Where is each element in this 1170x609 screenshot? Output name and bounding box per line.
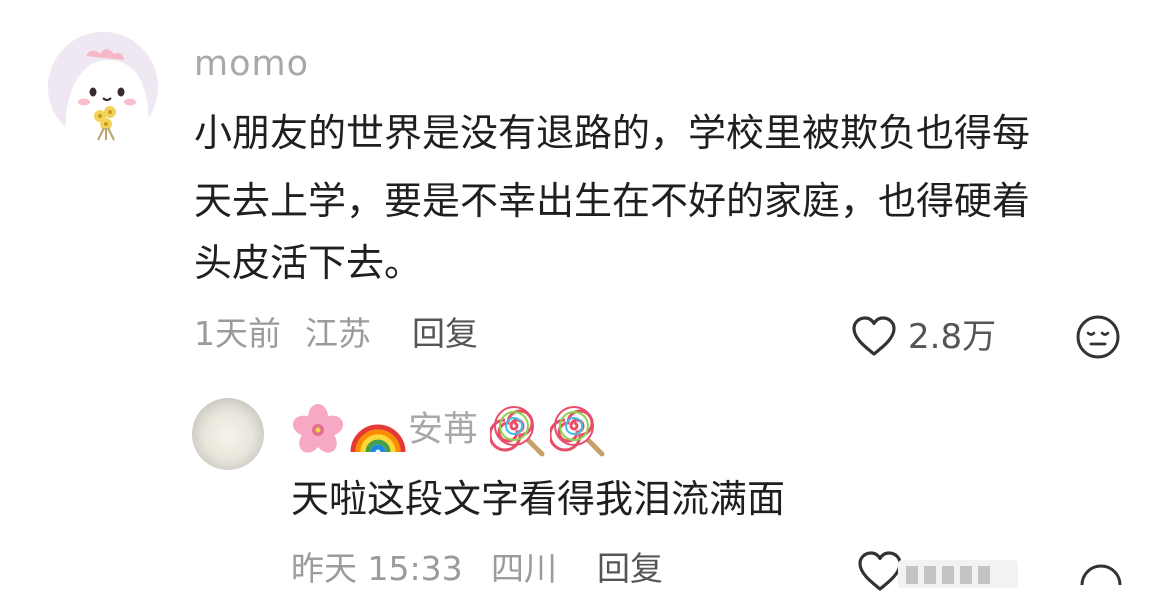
avatar-image xyxy=(48,32,158,142)
comment-username[interactable]: momo xyxy=(194,42,309,86)
lollipop-icon xyxy=(548,402,606,458)
avatar[interactable] xyxy=(48,32,158,142)
reply-location: 四川 xyxy=(491,549,557,588)
heart-outline-icon[interactable] xyxy=(850,315,898,357)
reply-time: 昨天 15:33 xyxy=(291,549,463,588)
rainbow-icon xyxy=(349,402,407,458)
comment-text-line-1: 小朋友的世界是没有退路的，学校里被欺负也得每 xyxy=(194,111,1031,155)
comment-text-line-3: 头皮活下去。 xyxy=(194,241,423,285)
reply-avatar[interactable] xyxy=(192,398,264,470)
comment-reply-button[interactable]: 回复 xyxy=(412,314,478,354)
comment-time: 1天前 xyxy=(194,314,281,353)
lollipop-icon xyxy=(488,402,546,458)
cherry-blossom-icon xyxy=(290,402,346,458)
heart-outline-icon[interactable] xyxy=(856,550,904,592)
comment-location: 江苏 xyxy=(305,314,371,353)
meh-face-icon[interactable] xyxy=(1079,545,1123,586)
comment-text-line-2: 天去上学，要是不幸出生在不好的家庭，也得硬着 xyxy=(194,179,1031,223)
reply-username[interactable]: 安苒 xyxy=(408,408,478,452)
watermark-overlay xyxy=(898,556,1018,590)
reply-reply-button[interactable]: 回复 xyxy=(597,549,663,589)
comment-like-count: 2.8万 xyxy=(908,317,997,357)
reply-text: 天啦这段文字看得我泪流满面 xyxy=(291,477,786,521)
meh-face-icon[interactable] xyxy=(1074,313,1122,361)
